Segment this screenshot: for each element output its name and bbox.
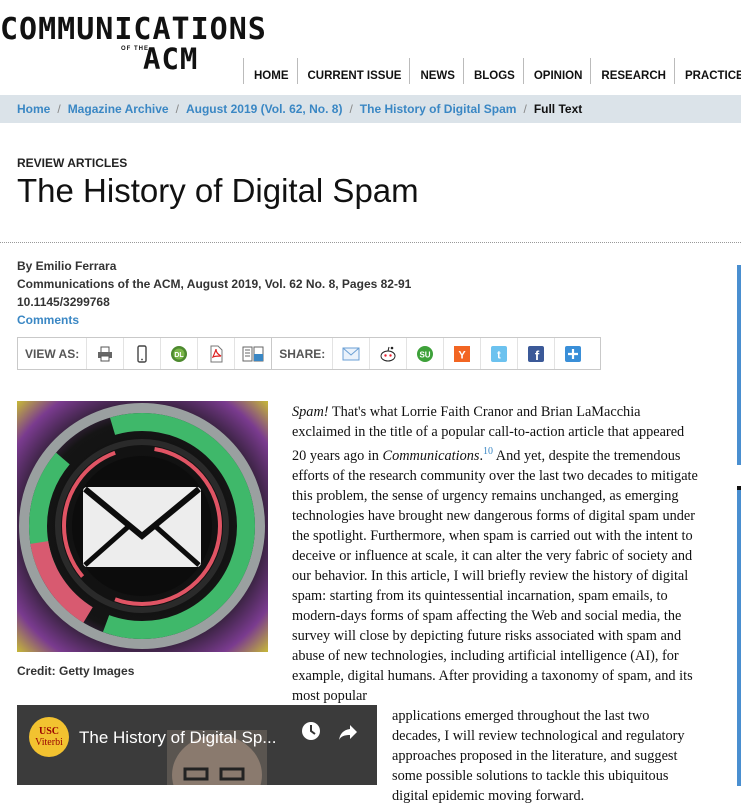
breadcrumb-separator: / — [57, 102, 61, 116]
article-meta: By Emilio Ferrara Communications of the … — [17, 257, 411, 329]
nav-blogs[interactable]: BLOGS — [462, 58, 523, 84]
nav-opinion[interactable]: OPINION — [522, 58, 591, 84]
reference-link[interactable]: 10 — [483, 446, 493, 457]
share-email-button[interactable] — [332, 338, 369, 369]
image-credit: Credit: Getty Images — [17, 664, 135, 678]
page-title: The History of Digital Spam — [17, 172, 419, 209]
svg-text:f: f — [535, 348, 540, 363]
breadcrumb-current: Full Text — [533, 102, 583, 116]
watch-later-icon[interactable] — [300, 720, 322, 742]
share-label: SHARE: — [279, 346, 326, 361]
video-title[interactable]: The History of Digital Sp... — [79, 728, 276, 748]
breadcrumb-magazine-archive[interactable]: Magazine Archive — [68, 102, 169, 116]
stumbleupon-icon: SU — [417, 345, 434, 362]
breadcrumb-separator: / — [349, 102, 353, 116]
twitter-icon: t — [491, 345, 508, 362]
share-reddit-button[interactable] — [369, 338, 406, 369]
breadcrumb-article[interactable]: The History of Digital Spam — [360, 102, 517, 116]
scroll-marker — [737, 486, 741, 490]
scroll-indicator-lower — [737, 486, 741, 786]
print-icon — [98, 346, 113, 361]
pdf-icon — [210, 345, 223, 362]
share-hacker-news-button[interactable]: Y — [443, 338, 480, 369]
channel-logo[interactable]: USC Viterbi — [29, 717, 69, 757]
video-embed[interactable]: USC Viterbi The History of Digital Sp... — [17, 705, 377, 785]
digital-edition-icon — [242, 346, 264, 361]
comments-link[interactable]: Comments — [17, 313, 79, 327]
share-stumbleupon-button[interactable]: SU — [406, 338, 443, 369]
article-paragraph-continued: applications emerged throughout the last… — [392, 707, 685, 804]
print-button[interactable] — [86, 338, 123, 369]
digital-library-button[interactable]: DL — [160, 338, 197, 369]
byline: By Emilio Ferrara — [17, 259, 117, 273]
more-share-icon — [565, 345, 582, 362]
nav-home[interactable]: HOME — [243, 58, 297, 84]
mobile-icon — [137, 344, 147, 363]
pdf-button[interactable] — [197, 338, 234, 369]
view-as-label: VIEW AS: — [25, 346, 80, 361]
breadcrumb-home[interactable]: Home — [17, 102, 50, 116]
logo-text: Viterbi — [35, 737, 63, 748]
view-share-toolbar: VIEW AS: DL SHARE: SU Y t f — [17, 337, 601, 370]
hacker-news-icon: Y — [454, 345, 471, 362]
article-image[interactable] — [17, 401, 268, 652]
breadcrumb-separator: / — [175, 102, 179, 116]
nav-practice[interactable]: PRACTICE — [673, 58, 741, 84]
nav-current-issue[interactable]: CURRENT ISSUE — [296, 58, 410, 84]
publication-name: Communications — [382, 447, 480, 464]
breadcrumb: Home / Magazine Archive / August 2019 (V… — [0, 95, 741, 123]
breadcrumb-separator: / — [523, 102, 527, 116]
article-paragraph: Spam! That's what Lorrie Faith Cranor an… — [292, 402, 698, 706]
breadcrumb-issue[interactable]: August 2019 (Vol. 62, No. 8) — [186, 102, 342, 116]
share-twitter-button[interactable]: t — [480, 338, 517, 369]
section-label[interactable]: REVIEW ARTICLES — [17, 156, 127, 170]
citation: Communications of the ACM, August 2019, … — [17, 277, 412, 291]
svg-text:DL: DL — [175, 352, 185, 359]
logo-text: USC — [38, 726, 59, 737]
share-more-button[interactable] — [554, 338, 591, 369]
email-icon — [342, 347, 360, 360]
paragraph-text: And yet, despite the tremendous efforts … — [292, 447, 698, 704]
logo-acm[interactable]: ACM — [143, 42, 198, 76]
facebook-icon: f — [528, 345, 545, 363]
nav-research[interactable]: RESEARCH — [590, 58, 674, 84]
site-logo[interactable]: COMMUNICATIONS — [0, 12, 267, 47]
svg-text:SU: SU — [420, 350, 431, 359]
svg-text:Y: Y — [459, 349, 467, 361]
mobile-button[interactable] — [123, 338, 160, 369]
scroll-indicator — [737, 265, 741, 465]
main-nav: HOME CURRENT ISSUE NEWS BLOGS OPINION RE… — [243, 58, 741, 84]
emphasis: Spam! — [292, 404, 329, 420]
doi: 10.1145/3299768 — [17, 295, 110, 309]
digital-edition-button[interactable] — [234, 338, 271, 369]
digital-library-icon: DL — [171, 345, 188, 362]
divider — [0, 242, 741, 243]
nav-news[interactable]: NEWS — [409, 58, 463, 84]
share-video-icon[interactable] — [337, 721, 359, 743]
share-facebook-button[interactable]: f — [517, 338, 554, 369]
reddit-icon — [380, 346, 396, 361]
svg-text:t: t — [497, 349, 501, 361]
